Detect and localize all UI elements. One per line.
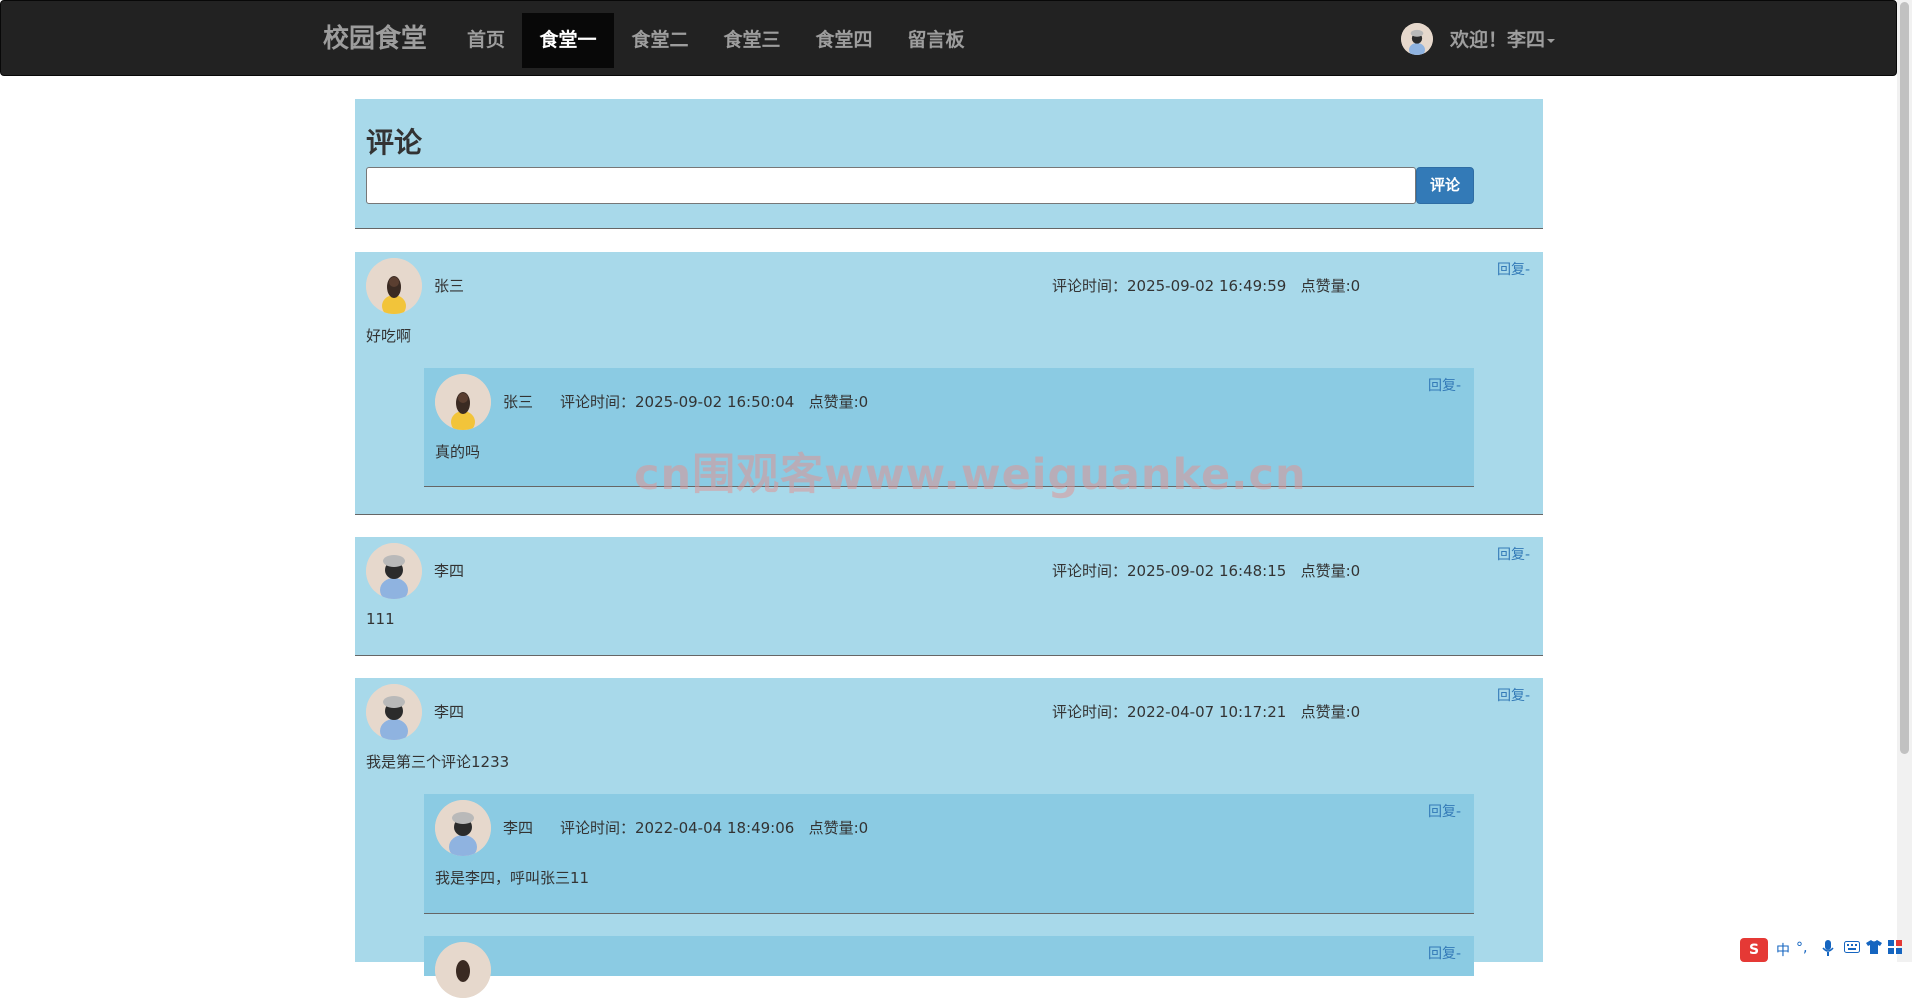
- reply-link[interactable]: 回复-: [1428, 943, 1461, 963]
- reply-content: 真的吗: [435, 443, 481, 461]
- comment-content: 我是第三个评论1233: [366, 753, 510, 771]
- ime-punctuation[interactable]: °,: [1796, 940, 1807, 956]
- comment-author: 李四: [434, 703, 465, 721]
- ime-language[interactable]: 中: [1776, 940, 1790, 960]
- apps-grid-icon[interactable]: [1888, 940, 1902, 958]
- form-title: 评论: [366, 126, 423, 159]
- skin-shirt-icon[interactable]: [1866, 940, 1882, 958]
- ime-toolbar[interactable]: S 中 °,: [1740, 938, 1912, 962]
- comment-item: 李四 评论时间：2022-04-07 10:17:21 点赞量:0 回复- 我是…: [355, 678, 1543, 998]
- comment-meta: 评论时间：2022-04-07 10:17:21 点赞量:0: [1052, 703, 1361, 721]
- reply-author: 张三: [503, 393, 534, 411]
- reply-link[interactable]: 回复-: [1497, 259, 1530, 279]
- comment-author: 李四: [434, 562, 465, 580]
- welcome-text: 欢迎！李四: [1450, 29, 1546, 51]
- nav-item-canteen-3[interactable]: 食堂三: [706, 13, 798, 68]
- reply-link[interactable]: 回复-: [1428, 801, 1461, 821]
- comment-meta: 评论时间：2025-09-02 16:48:15 点赞量:0: [1052, 562, 1361, 580]
- scrollbar-thumb[interactable]: [1900, 2, 1909, 754]
- user-menu-toggle[interactable]: 欢迎！李四: [1450, 25, 1556, 55]
- avatar: [435, 942, 491, 998]
- comment-input[interactable]: [366, 167, 1416, 204]
- reply-meta: 评论时间：2022-04-04 18:49:06 点赞量:0: [560, 819, 869, 837]
- keyboard-icon[interactable]: [1844, 940, 1860, 958]
- nav-item-canteen-1[interactable]: 食堂一: [522, 13, 614, 68]
- avatar: [435, 800, 491, 856]
- comment-item: 李四 评论时间：2025-09-02 16:48:15 点赞量:0 回复- 11…: [355, 537, 1543, 656]
- ime-logo-icon[interactable]: S: [1740, 938, 1768, 962]
- avatar: [435, 374, 491, 430]
- avatar: [366, 258, 422, 314]
- reply-link[interactable]: 回复-: [1497, 544, 1530, 564]
- nav-item-canteen-2[interactable]: 食堂二: [614, 13, 706, 68]
- avatar: [366, 684, 422, 740]
- reply-meta: 评论时间：2025-09-02 16:50:04 点赞量:0: [560, 393, 869, 411]
- avatar-blue-icon: [435, 800, 491, 856]
- reply-content: 我是李四，呼叫张三11: [435, 869, 590, 887]
- comment-meta: 评论时间：2025-09-02 16:49:59 点赞量:0: [1052, 277, 1361, 295]
- reply-link[interactable]: 回复-: [1497, 685, 1530, 705]
- nav-item-home[interactable]: 首页: [457, 13, 515, 68]
- avatar-blue-icon: [366, 543, 422, 599]
- reply-link[interactable]: 回复-: [1428, 375, 1461, 395]
- microphone-icon[interactable]: [1822, 940, 1834, 960]
- avatar-yellow-icon: [435, 942, 491, 998]
- comment-content: 好吃啊: [366, 327, 412, 345]
- reply-item: 李四 评论时间：2022-04-04 18:49:06 点赞量:0 回复- 我是…: [424, 794, 1474, 914]
- nav-item-message-board[interactable]: 留言板: [890, 13, 982, 68]
- comment-form-panel: 评论 评论: [355, 99, 1543, 229]
- reply-item: 回复-: [424, 936, 1474, 998]
- avatar-yellow-icon: [435, 374, 491, 430]
- avatar: [366, 543, 422, 599]
- user-avatar[interactable]: [1401, 23, 1433, 55]
- brand-logo[interactable]: 校园食堂: [323, 20, 427, 58]
- top-navbar: 校园食堂 首页 食堂一 食堂二 食堂三 食堂四 留言板 欢迎！李四: [0, 0, 1897, 76]
- avatar-blue-icon: [366, 684, 422, 740]
- nav-item-canteen-4[interactable]: 食堂四: [798, 13, 890, 68]
- reply-author: 李四: [503, 819, 534, 837]
- watermark-text: cn围观客www.weiguanke.cn: [634, 450, 1307, 500]
- caret-down-icon: [1547, 38, 1556, 43]
- comment-content: 111: [366, 610, 395, 628]
- avatar-yellow-icon: [366, 258, 422, 314]
- avatar-blue-icon: [1401, 23, 1433, 55]
- comment-author: 张三: [434, 277, 465, 295]
- submit-comment-button[interactable]: 评论: [1416, 167, 1474, 204]
